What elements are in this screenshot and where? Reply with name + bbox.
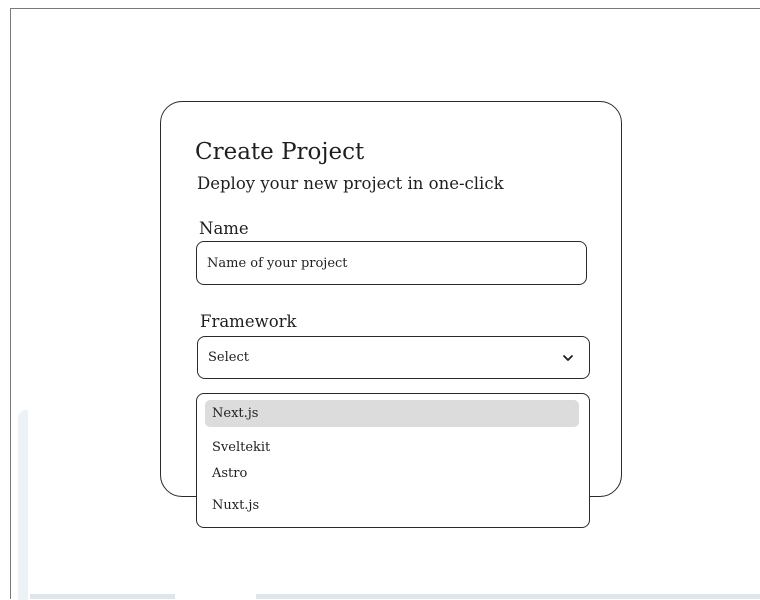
name-label: Name (199, 219, 249, 238)
card-subtitle: Deploy your new project in one-click (197, 174, 504, 193)
option-sveltekit[interactable]: Sveltekit (205, 434, 579, 461)
framework-select[interactable]: Select (197, 336, 590, 379)
background-bar-right (256, 594, 760, 599)
window-left-border (10, 8, 11, 599)
card-title: Create Project (195, 139, 365, 165)
option-label: Nuxt.js (212, 498, 260, 513)
project-name-input-text: Name of your project (207, 255, 348, 271)
chevron-down-icon (561, 351, 575, 365)
option-astro[interactable]: Astro (205, 460, 579, 487)
window-top-border (10, 8, 760, 9)
option-nextjs[interactable]: Next.js (205, 400, 579, 427)
framework-dropdown-menu: Next.js Sveltekit Astro Nuxt.js (196, 393, 590, 528)
framework-select-value: Select (208, 350, 249, 365)
project-name-input[interactable]: Name of your project (196, 241, 587, 285)
option-nuxtjs[interactable]: Nuxt.js (205, 492, 579, 519)
option-label: Astro (212, 466, 248, 481)
background-panel-edge (18, 410, 28, 600)
background-bar-left (30, 594, 175, 599)
option-label: Next.js (212, 406, 259, 421)
framework-label: Framework (200, 312, 297, 331)
option-label: Sveltekit (212, 440, 271, 455)
